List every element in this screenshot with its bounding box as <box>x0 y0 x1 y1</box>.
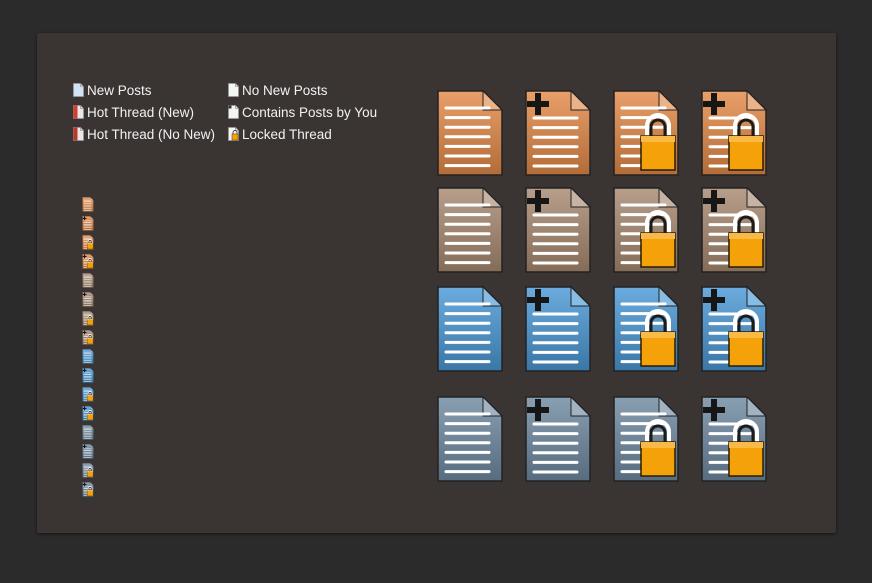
orange-lock-thread-small-icon <box>82 235 96 250</box>
orange-plus-lock-thread-small-icon <box>82 254 96 269</box>
tan-plus-lock-thread-small-icon <box>82 330 96 345</box>
legend-item: No New Posts <box>228 81 328 99</box>
legend-item: Hot Thread (No New) <box>73 125 215 143</box>
legend-label: New Posts <box>87 82 152 98</box>
orange-plus-thread-small-icon <box>82 216 96 231</box>
legend-label: Hot Thread (New) <box>87 104 195 120</box>
slate-plus-lock-thread-icon <box>701 396 767 482</box>
legend-label: No New Posts <box>242 82 328 98</box>
hot-thread-no-new-icon <box>73 127 84 141</box>
blue-plain-thread-small-icon <box>82 349 96 364</box>
slate-plus-lock-thread-small-icon <box>82 482 96 497</box>
icon-sheet-panel: New Posts Hot Thread (New) Hot Thread (N… <box>37 33 836 533</box>
legend-label: Contains Posts by You <box>242 104 378 120</box>
new-posts-icon <box>73 83 84 97</box>
contains-posts-by-you-icon <box>228 105 239 119</box>
legend-item: Hot Thread (New) <box>73 103 194 121</box>
hot-thread-new-icon <box>73 105 84 119</box>
slate-plain-thread-icon <box>437 396 503 482</box>
screen: { "colors": { "background": "#2c2b2b", "… <box>0 0 872 583</box>
slate-lock-thread-small-icon <box>82 463 96 478</box>
tan-plus-thread-icon <box>525 187 591 273</box>
blue-plus-thread-small-icon <box>82 368 96 383</box>
slate-plus-thread-small-icon <box>82 444 96 459</box>
tan-plain-thread-icon <box>437 187 503 273</box>
orange-plus-thread-icon <box>525 90 591 176</box>
tan-plain-thread-small-icon <box>82 273 96 288</box>
orange-plain-thread-icon <box>437 90 503 176</box>
orange-plus-lock-thread-icon <box>701 90 767 176</box>
no-new-posts-icon <box>228 83 239 97</box>
legend-label: Hot Thread (No New) <box>87 126 216 142</box>
tan-plus-lock-thread-icon <box>701 187 767 273</box>
blue-lock-thread-icon <box>613 286 679 372</box>
blue-lock-thread-small-icon <box>82 387 96 402</box>
tan-plus-thread-small-icon <box>82 292 96 307</box>
slate-lock-thread-icon <box>613 396 679 482</box>
legend-item: Locked Thread <box>228 125 332 143</box>
legend-label: Locked Thread <box>242 126 332 142</box>
legend-item: New Posts <box>73 81 152 99</box>
orange-lock-thread-icon <box>613 90 679 176</box>
blue-plus-lock-thread-small-icon <box>82 406 96 421</box>
tan-lock-thread-icon <box>613 187 679 273</box>
slate-plus-thread-icon <box>525 396 591 482</box>
orange-plain-thread-small-icon <box>82 197 96 212</box>
blue-plus-lock-thread-icon <box>701 286 767 372</box>
blue-plus-thread-icon <box>525 286 591 372</box>
blue-plain-thread-icon <box>437 286 503 372</box>
legend-item: Contains Posts by You <box>228 103 377 121</box>
locked-thread-icon <box>228 127 239 141</box>
slate-plain-thread-small-icon <box>82 425 96 440</box>
tan-lock-thread-small-icon <box>82 311 96 326</box>
